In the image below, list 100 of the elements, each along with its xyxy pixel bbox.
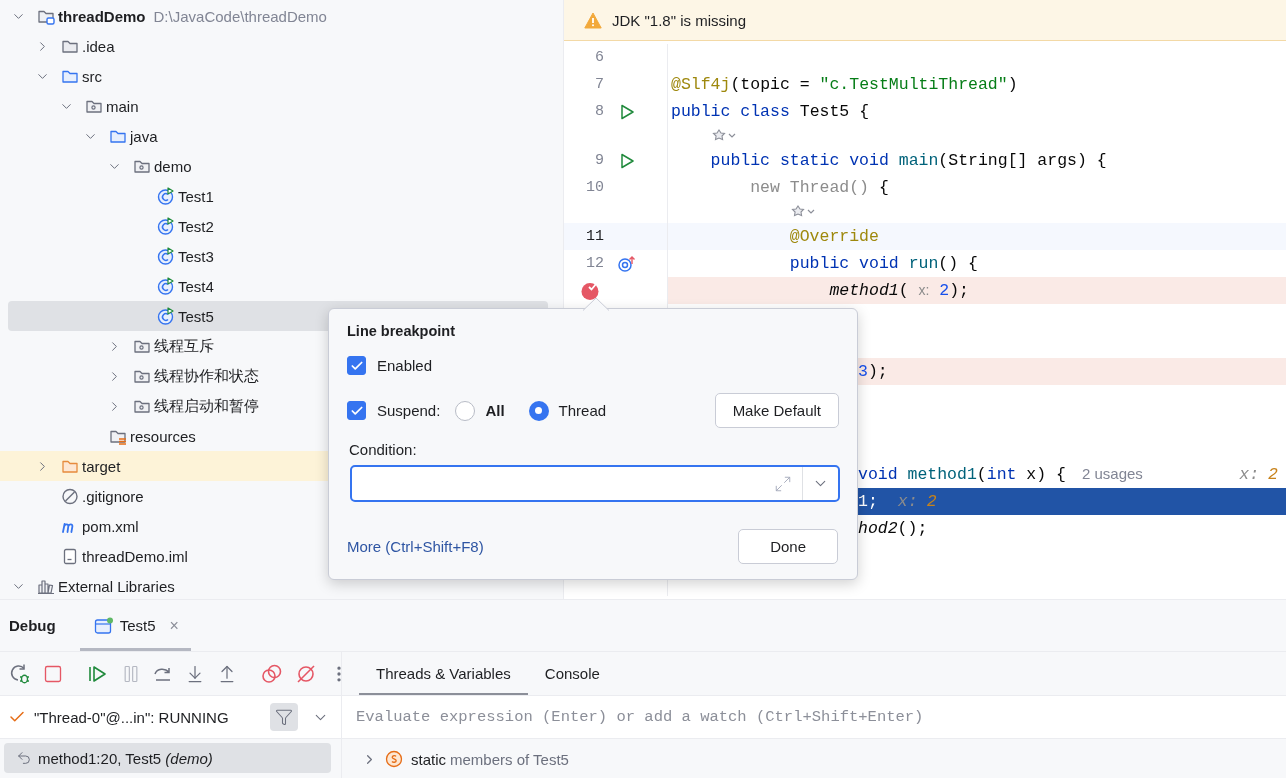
tree-label: 线程协作和状态: [154, 366, 259, 386]
code-line: 1; x: 2: [858, 492, 937, 511]
frame-label: method1:20, Test5 (demo): [38, 749, 213, 767]
variable-keyword: static: [411, 750, 446, 768]
run-icon[interactable]: [618, 151, 636, 170]
code-line: 3);: [858, 362, 888, 381]
thread-label: "Thread-0"@...in": RUNNING: [34, 708, 229, 726]
checkbox[interactable]: [347, 401, 366, 420]
library-icon: [37, 577, 55, 595]
code-line: @Slf4j(topic = "c.TestMultiThread"): [671, 75, 1018, 94]
class-icon: [157, 277, 175, 295]
class-icon: [157, 307, 175, 325]
breakpoints-icon[interactable]: [261, 662, 283, 685]
session-tab[interactable]: Test5 ×: [79, 600, 191, 651]
class-icon: [157, 187, 175, 205]
tree-label: External Libraries: [58, 577, 175, 595]
tree-label: main: [106, 97, 139, 115]
filter-button[interactable]: [270, 703, 298, 731]
code-line: public class Test5 {: [671, 102, 870, 121]
rerun-bug-icon[interactable]: [9, 662, 31, 685]
stop-icon[interactable]: [43, 663, 63, 684]
panel-title: Debug: [9, 617, 56, 634]
tree-label: .gitignore: [82, 487, 144, 505]
module-path: D:\JavaCode\threadDemo: [153, 7, 327, 25]
tree-row[interactable]: .idea: [8, 31, 548, 61]
tree-row[interactable]: Test3: [8, 241, 548, 271]
tree-row[interactable]: .gitignore: [8, 481, 548, 511]
tree-label: resources: [130, 427, 196, 445]
class-icon: [157, 217, 175, 235]
static-icon: [385, 750, 403, 768]
notification-text: JDK "1.8" is missing: [612, 11, 747, 29]
tree-row[interactable]: Test1: [8, 181, 548, 211]
tree-row[interactable]: pom.xml: [8, 511, 548, 541]
breakpoint-icon[interactable]: [580, 280, 600, 301]
tree-label: Test4: [178, 277, 214, 295]
resume-icon[interactable]: [87, 663, 109, 684]
tree-label: java: [130, 127, 158, 145]
tree-row[interactable]: main: [8, 91, 548, 121]
run-icon[interactable]: [618, 102, 636, 121]
tree-label: target: [82, 457, 121, 475]
checkbox-label: Enabled: [377, 357, 433, 374]
ignore-icon: [61, 487, 79, 505]
radio-label: All: [485, 402, 505, 419]
tab-label: Test5: [119, 617, 156, 634]
stack-frame[interactable]: method1:20, Test5 (demo): [4, 743, 331, 773]
tree-label: 线程启动和暂停: [154, 396, 259, 416]
condition-field[interactable]: [350, 465, 840, 502]
code-line: new Thread() {: [750, 178, 889, 197]
variable-label: members of Test5: [450, 750, 569, 768]
tree-row[interactable]: Test4: [8, 271, 548, 301]
line-number: 6: [594, 49, 604, 66]
tree-label: demo: [154, 157, 192, 175]
code-line: method1( x: 2);: [829, 281, 970, 300]
warning-icon: [584, 11, 602, 29]
tree-label: Test1: [178, 187, 214, 205]
code-line: public void run() {: [789, 254, 978, 273]
tree-row[interactable]: threadDemo D:\JavaCode\threadDemo: [8, 1, 548, 31]
tree-row[interactable]: java: [8, 121, 548, 151]
tree-row[interactable]: demo: [8, 151, 548, 181]
override-icon[interactable]: [618, 254, 636, 273]
code-line: void method1(int x) { 2 usages: [858, 465, 1143, 484]
tree-label: 线程互斥: [154, 336, 214, 356]
tree-label: pom.xml: [82, 517, 139, 535]
class-icon: [157, 247, 175, 265]
radio-label: Thread: [558, 402, 607, 419]
code-line: public static void main(String[] args) {: [710, 151, 1107, 170]
more-link[interactable]: More (Ctrl+Shift+F8): [347, 538, 484, 555]
expand-icon[interactable]: [774, 474, 792, 493]
tree-label: .idea: [82, 37, 115, 55]
mute-breakpoints-icon[interactable]: [295, 662, 317, 685]
tree-label: Test5: [178, 307, 214, 325]
return-icon: [16, 750, 32, 766]
code-line: hod2();: [858, 519, 928, 538]
inline-value: x: 2: [1238, 465, 1278, 484]
file-icon: [61, 547, 79, 565]
tree-row[interactable]: src: [8, 61, 548, 91]
tree-label: Test3: [178, 247, 214, 265]
tree-label: src: [82, 67, 102, 85]
line-number: 8: [594, 103, 604, 120]
radio-button[interactable]: [455, 400, 476, 421]
code-line: @Override: [789, 227, 879, 246]
tree-label: threadDemo: [58, 7, 146, 25]
filter-icon[interactable]: [275, 708, 293, 726]
tree-label: Test2: [178, 217, 214, 235]
thread-selector[interactable]: "Thread-0"@...in": RUNNING: [0, 696, 341, 739]
checkbox[interactable]: [347, 356, 366, 375]
line-number: 7: [594, 76, 604, 93]
make-default-button[interactable]: Make Default: [714, 393, 839, 428]
line-number: 10: [585, 179, 604, 196]
window-icon: [93, 616, 114, 635]
tree-row[interactable]: External Libraries: [8, 571, 548, 599]
checkbox-label: Suspend:: [377, 402, 441, 419]
done-button[interactable]: Done: [738, 529, 838, 564]
view-tab[interactable]: Console: [527, 652, 617, 695]
radio-button[interactable]: [528, 400, 549, 421]
line-number: 12: [585, 255, 604, 272]
line-number: 11: [585, 228, 604, 245]
tree-label: threadDemo.iml: [82, 547, 188, 565]
line-number: 9: [594, 152, 604, 169]
tree-row[interactable]: Test2: [8, 211, 548, 241]
